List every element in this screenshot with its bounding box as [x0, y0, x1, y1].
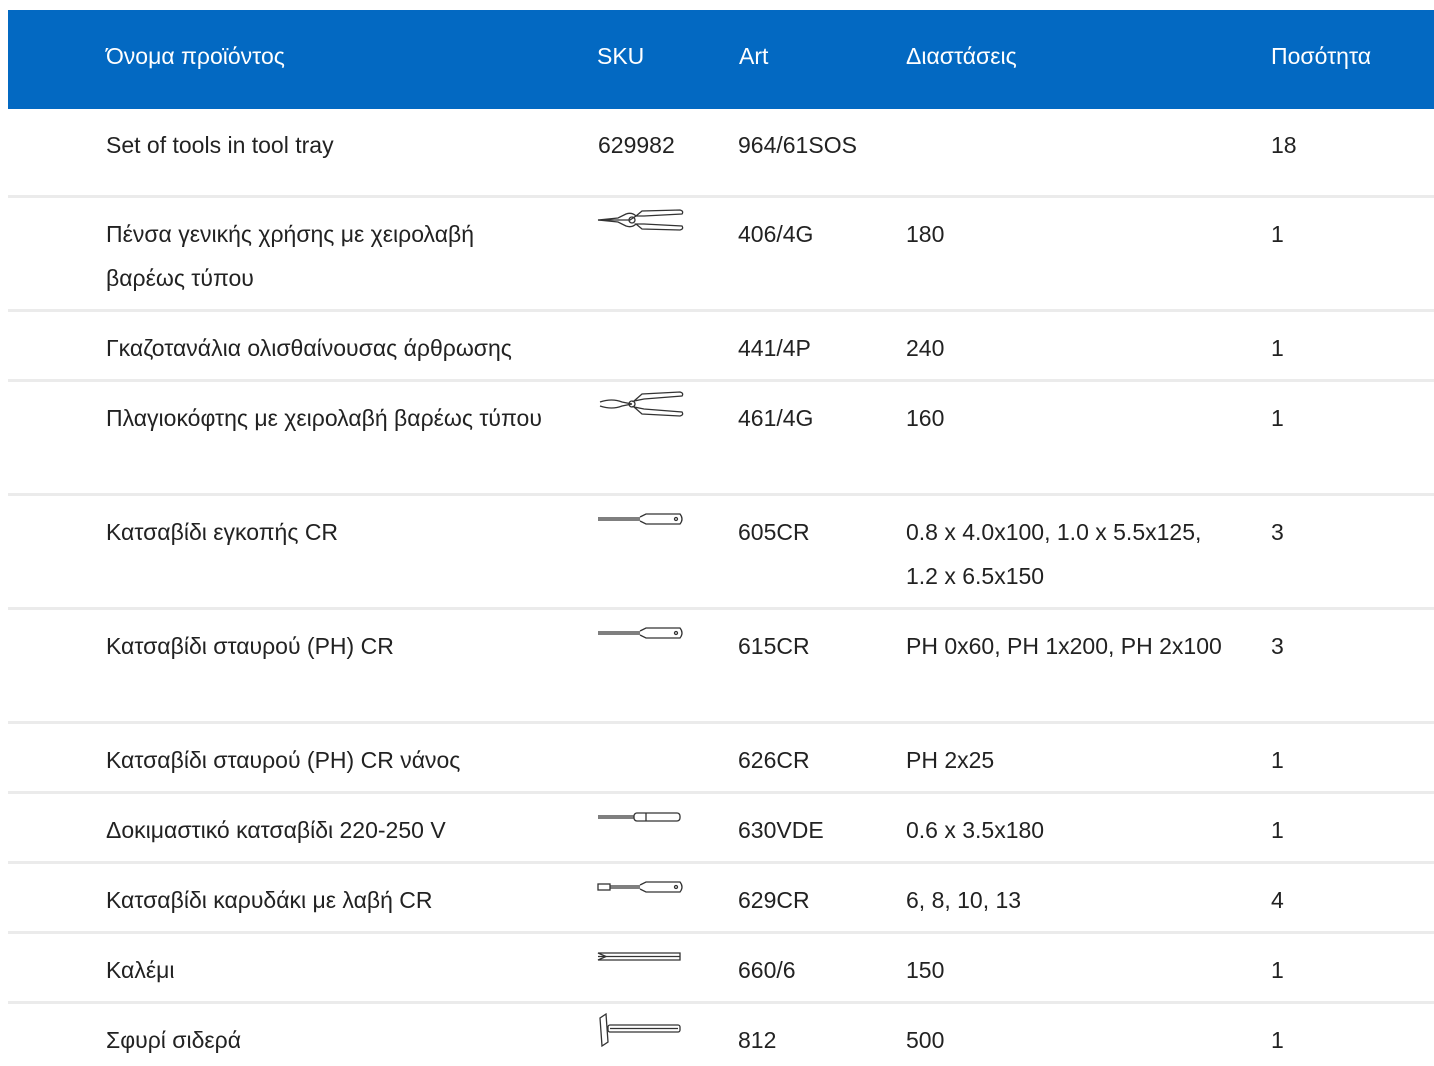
product-art: 406/4G: [738, 221, 814, 247]
product-name: Set of tools in tool tray: [106, 132, 334, 158]
product-dimensions: 240: [906, 335, 945, 361]
product-name: Δοκιμαστικό κατσαβίδι 220-250 V: [106, 817, 446, 843]
product-dimensions: 180: [906, 221, 945, 247]
product-dimensions: PH 2x25: [906, 747, 995, 773]
product-name: Πένσα γενικής χρήσης με χειρολαβή βαρέως…: [106, 221, 475, 291]
product-quantity: 1: [1271, 221, 1284, 247]
product-art: 629CR: [738, 887, 810, 913]
header-quantity: Ποσότητα: [1271, 43, 1371, 69]
product-dimensions: 0.8 x 4.0x100, 1.0 x 5.5x125, 1.2 x 6.5x…: [906, 519, 1202, 589]
nut-driver-icon: [596, 870, 686, 910]
product-art: 964/61SOS: [738, 132, 857, 158]
product-dimensions: 0.6 x 3.5x180: [906, 817, 1045, 843]
product-art: 441/4P: [738, 335, 811, 361]
product-name: Κατσαβίδι καρυδάκι με λαβή CR: [106, 887, 433, 913]
product-quantity: 1: [1271, 747, 1284, 773]
header-dimensions: Διαστάσεις: [906, 43, 1017, 69]
header-art: Art: [739, 43, 769, 69]
product-dimensions: 160: [906, 405, 945, 431]
product-art: 461/4G: [738, 405, 814, 431]
side-cutter-icon: [596, 388, 686, 428]
table-row: Κατσαβίδι καρυδάκι με λαβή CR 629CR 6, 8, …: [8, 864, 1434, 934]
table-row: Πένσα γενικής χρήσης με χειρολαβή βαρέως…: [8, 198, 1434, 312]
table-row: Δοκιμαστικό κατσαβίδι 220-250 V 630VDE 0.6…: [8, 794, 1434, 864]
product-art: 615CR: [738, 633, 810, 659]
table-row: Κατσαβίδι σταυρού (PH) CR 615CR PH 0x60, P…: [8, 610, 1434, 724]
product-quantity: 1: [1271, 1027, 1284, 1053]
product-name: Καλέμι: [106, 957, 175, 983]
product-dimensions: 6, 8, 10, 13: [906, 887, 1022, 913]
product-quantity: 4: [1271, 887, 1284, 913]
table-row: Σφυρί σιδερά 812 500 1: [8, 1004, 1434, 1066]
product-quantity: 1: [1271, 817, 1284, 843]
product-quantity: 1: [1271, 405, 1284, 431]
product-art: 660/6: [738, 957, 796, 983]
pliers-icon: [596, 204, 686, 244]
product-art: 630VDE: [738, 817, 824, 843]
table-row: Καλέμι 660/6 150 1: [8, 934, 1434, 1004]
table-row: Κατσαβίδι εγκοπής CR 605CR 0.8 x 4.0x100, …: [8, 496, 1434, 610]
voltage-tester-icon: [596, 800, 686, 840]
screwdriver-icon: [596, 502, 686, 542]
product-art: 812: [738, 1027, 777, 1053]
product-name: Κατσαβίδι εγκοπής CR: [106, 519, 339, 545]
product-dimensions: 150: [906, 957, 945, 983]
product-quantity: 3: [1271, 519, 1284, 545]
table-header: Όνομα προϊόντος SKU Art Διαστάσεις Ποσότ…: [8, 10, 1434, 109]
product-name: Κατσαβίδι σταυρού (PH) CR: [106, 633, 394, 659]
product-quantity: 1: [1271, 957, 1284, 983]
product-sku: 629982: [598, 132, 675, 158]
table-row: Πλαγιοκόφτης με χειρολαβή βαρέως τύπου 46…: [8, 382, 1434, 496]
table-row: Set of tools in tool tray 629982 964/61SOS…: [8, 109, 1434, 198]
chisel-icon: [596, 940, 686, 980]
screwdriver-icon: [596, 616, 686, 656]
product-quantity: 18: [1271, 132, 1297, 158]
table-row: Γκαζοτανάλια ολισθαίνουσας άρθρωσης 441/4…: [8, 312, 1434, 382]
product-name: Γκαζοτανάλια ολισθαίνουσας άρθρωσης: [106, 335, 512, 361]
table-row: Κατσαβίδι σταυρού (PH) CR νάνος 626CR PH 2…: [8, 724, 1434, 794]
product-dimensions: 500: [906, 1027, 945, 1053]
product-name: Πλαγιοκόφτης με χειρολαβή βαρέως τύπου: [106, 405, 542, 431]
product-quantity: 1: [1271, 335, 1284, 361]
product-dimensions: PH 0x60, PH 1x200, PH 2x100: [906, 633, 1222, 659]
product-name: Σφυρί σιδερά: [106, 1027, 242, 1053]
header-sku: SKU: [597, 43, 645, 69]
product-art: 605CR: [738, 519, 810, 545]
product-name: Κατσαβίδι σταυρού (PH) CR νάνος: [106, 747, 461, 773]
product-art: 626CR: [738, 747, 810, 773]
header-product-name: Όνομα προϊόντος: [106, 43, 285, 69]
hammer-icon: [596, 1010, 686, 1050]
product-quantity: 3: [1271, 633, 1284, 659]
